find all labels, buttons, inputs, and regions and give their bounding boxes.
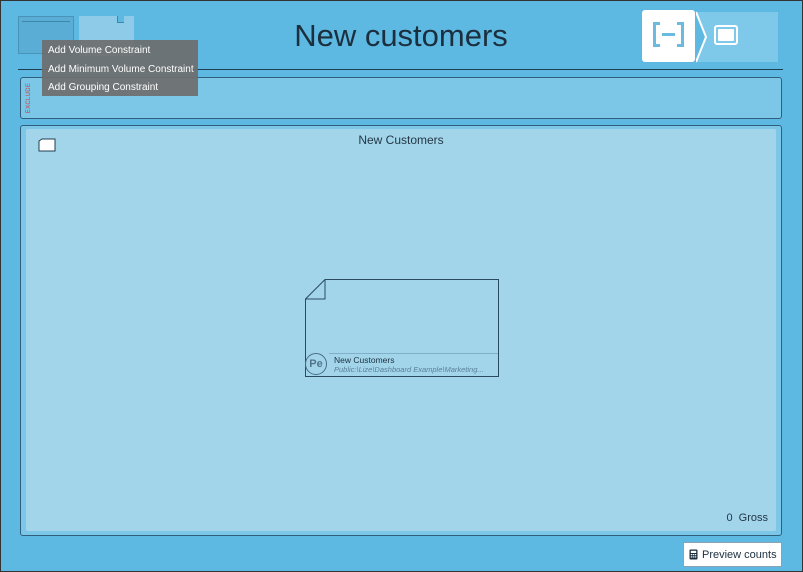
preview-counts-label: Preview counts [702,548,777,561]
calculator-icon [689,549,698,560]
thumbnail-bar [22,21,70,22]
count-unit: Gross [738,512,768,524]
count-value: 0 [726,512,733,524]
folder-icon[interactable] [38,138,56,152]
bracket-dash [662,33,675,36]
preview-counts-button[interactable]: Preview counts [683,542,782,567]
node-avatar-initials: Pe [309,358,323,370]
view-toggle-window-button[interactable] [696,10,780,64]
exclude-label-text: EXCLUDE [26,82,32,114]
bracket-icon-right [677,22,684,47]
view-toggle-bracket-button[interactable] [642,10,695,62]
context-menu: Add Volume Constraint Add Minimum Volume… [42,40,198,96]
exclude-label: EXCLUDE [23,81,35,115]
bracket-icon [653,22,660,47]
app-window: New customers EXCLUDE New Customers Pe N… [0,0,803,572]
window-icon-fill [718,29,734,41]
menu-item-add-volume-constraint[interactable]: Add Volume Constraint [42,42,198,61]
count-readout: 0 Gross [691,511,768,525]
chevron-tab-shape [696,11,778,63]
page-title: New customers [294,18,508,53]
menu-item-add-grouping-constraint[interactable]: Add Grouping Constraint [42,79,198,98]
canvas-title: New Customers [358,133,444,147]
node-path: Public:\Lize\Dashboard Example\Marketing… [334,365,484,374]
menu-item-add-minimum-volume-constraint[interactable]: Add Minimum Volume Constraint [42,61,198,80]
page-fold-icon [117,16,124,23]
